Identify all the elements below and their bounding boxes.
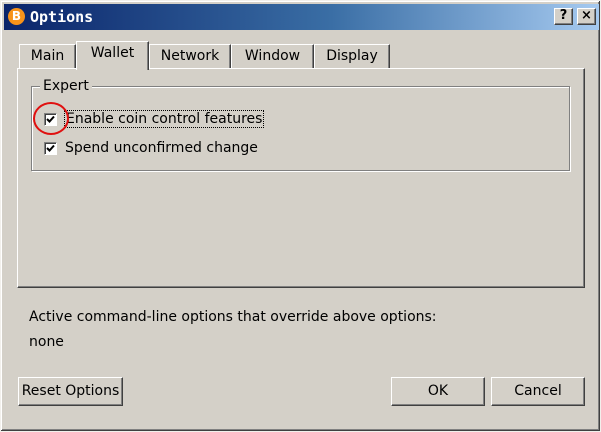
window-title: Options xyxy=(30,8,94,26)
cancel-button[interactable]: Cancel xyxy=(491,377,585,406)
title-bar[interactable]: B Options ? × xyxy=(4,4,599,30)
reset-options-button[interactable]: Reset Options xyxy=(18,377,123,406)
tab-network[interactable]: Network xyxy=(149,44,231,68)
tab-window[interactable]: Window xyxy=(231,44,314,68)
options-dialog: B Options ? × Main Wallet Network Window… xyxy=(0,0,601,432)
help-button[interactable]: ? xyxy=(554,8,573,25)
spend-unconfirmed-checkbox[interactable] xyxy=(44,141,57,155)
spend-unconfirmed-option[interactable]: Spend unconfirmed change xyxy=(44,138,258,158)
coin-control-option[interactable]: Enable coin control features xyxy=(44,109,265,129)
checkmark-icon xyxy=(46,144,55,152)
expert-groupbox: Expert Enable coin control features Spen… xyxy=(31,77,570,171)
coin-control-label[interactable]: Enable coin control features xyxy=(63,110,265,128)
close-button[interactable]: × xyxy=(577,8,596,25)
bitcoin-icon: B xyxy=(8,8,25,25)
tab-main[interactable]: Main xyxy=(19,44,76,68)
wallet-tab-page: Expert Enable coin control features Spen… xyxy=(17,68,585,288)
ok-button[interactable]: OK xyxy=(391,377,485,406)
spend-unconfirmed-label[interactable]: Spend unconfirmed change xyxy=(65,140,258,156)
highlight-circle xyxy=(33,102,69,135)
tab-wallet[interactable]: Wallet xyxy=(76,41,149,70)
override-options-title: Active command-line options that overrid… xyxy=(29,309,437,325)
expert-group-title: Expert xyxy=(40,77,92,95)
override-options-value: none xyxy=(29,334,64,350)
tab-display[interactable]: Display xyxy=(314,44,390,68)
